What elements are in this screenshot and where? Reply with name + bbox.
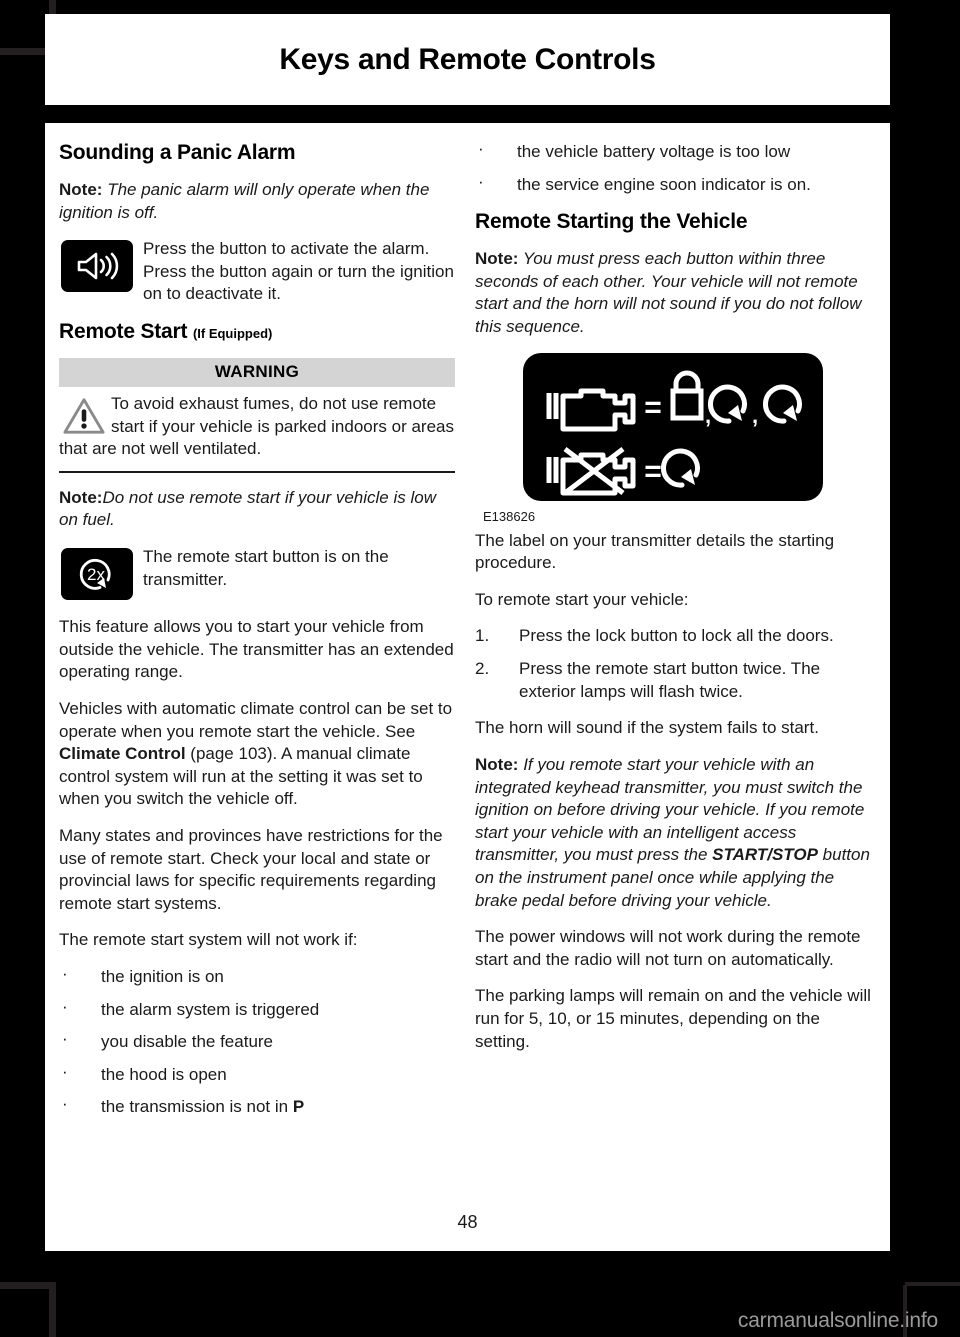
list-item: 1. Press the lock button to lock all the … (475, 625, 871, 648)
note-label: Note: (475, 249, 519, 269)
two-column-layout: Sounding a Panic Alarm Note: The panic a… (59, 138, 872, 1133)
warning-triangle-icon (63, 398, 105, 434)
climate-control-link[interactable]: Climate Control (59, 744, 186, 763)
paragraph-not-work-intro: The remote start system will not work if… (59, 930, 358, 950)
figure-black-panel: = , , = (523, 352, 823, 501)
paragraph-power-windows: The power windows will not work during t… (475, 927, 861, 969)
heading-sounding-panic-alarm: Sounding a Panic Alarm (59, 141, 296, 164)
paragraph-transmitter-label: The label on your transmitter details th… (475, 530, 835, 573)
page-header: Keys and Remote Controls (45, 14, 890, 105)
note-text: You must press each button within three … (475, 249, 862, 337)
left-column: Sounding a Panic Alarm Note: The panic a… (59, 141, 455, 1133)
remote-start-icon-block: 2x The remote start button is on the tra… (59, 546, 455, 602)
list-item: the transmission is not in P (59, 1094, 455, 1119)
heading-remote-start-qualifier: (If Equipped) (192, 326, 273, 342)
heading-remote-start: Remote Start (If Equipped) (59, 320, 455, 344)
note-label: Note: (475, 754, 519, 774)
list-item-text: the transmission is not in (101, 1097, 293, 1117)
list-item-text: the ignition is on (101, 967, 224, 987)
heading-remote-starting-the-vehicle: Remote Starting the Vehicle (475, 210, 748, 234)
note-text: Do not use remote start if your vehicle … (59, 487, 436, 530)
list-item: 2. Press the remote start button twice. T… (475, 658, 871, 703)
page-title: Keys and Remote Controls (279, 42, 656, 76)
svg-text:2x: 2x (87, 565, 105, 584)
circular-arrow-icon (708, 384, 747, 424)
list-item-text: the hood is open (101, 1064, 227, 1084)
transmitter-label-figure: = , , = E138626 (475, 352, 871, 524)
circular-arrow-icon (763, 384, 802, 424)
svg-text:=: = (644, 391, 662, 424)
paragraph-laws: Many states and provinces have restricti… (59, 825, 443, 913)
figure-caption: E138626 (483, 508, 536, 524)
list-item: the alarm system is triggered (59, 996, 455, 1022)
two-times-circular-arrow-icon: 2x (61, 548, 133, 601)
engine-crossed-out-icon (546, 446, 636, 496)
crop-mark-bottom-left-vertical (49, 1285, 56, 1337)
note-panic-alarm: Note: The panic alarm will only operate … (59, 179, 455, 224)
warning-header-label: WARNING (59, 358, 455, 388)
engine-icon (546, 388, 636, 432)
paragraph-parking-lamps: The parking lamps will remain on and the… (475, 986, 871, 1051)
page-body: Sounding a Panic Alarm Note: The panic a… (45, 123, 890, 1251)
start-stop-button-reference: START/STOP (712, 845, 818, 865)
step-number: 2. (475, 659, 490, 679)
warning-box: WARNING To avoid exhaust fumes, do not u… (59, 358, 455, 461)
list-item-bold-suffix: P (292, 1097, 305, 1117)
not-work-conditions-list-continued: the vehicle battery voltage is too low t… (475, 138, 871, 197)
step-text: Press the remote start button twice. The… (519, 659, 821, 701)
list-item-text: the alarm system is triggered (101, 999, 320, 1019)
svg-text:,: , (752, 403, 758, 428)
climate-text-before: Vehicles with automatic climate control … (59, 698, 453, 741)
note-text: The panic alarm will only operate when t… (59, 180, 430, 222)
watermark: carmanualsonline.info (737, 1309, 938, 1332)
warning-divider (59, 470, 455, 473)
note-low-fuel: Note:Do not use remote start if your veh… (59, 487, 455, 532)
paragraph-feature-description: This feature allows you to start your ve… (59, 617, 454, 682)
remote-start-steps-list: 1. Press the lock button to lock all the … (475, 625, 871, 703)
list-item: the hood is open (59, 1061, 455, 1087)
warning-body: To avoid exhaust fumes, do not use remot… (59, 387, 455, 461)
list-item: you disable the feature (59, 1028, 455, 1054)
not-work-conditions-list: the ignition is on the alarm system is t… (59, 963, 455, 1119)
circular-arrow-icon (661, 448, 700, 488)
step-number: 1. (475, 626, 490, 646)
list-item: the service engine soon indicator is on. (475, 171, 871, 197)
warning-text: To avoid exhaust fumes, do not use remot… (59, 394, 454, 459)
step-text: Press the lock button to lock all the do… (519, 626, 834, 646)
lock-icon (670, 370, 704, 421)
note-button-sequence: Note: You must press each button within … (475, 248, 871, 338)
note-transmitter-type: Note: If you remote start your vehicle w… (475, 754, 871, 912)
list-item-text: the service engine soon indicator is on. (517, 174, 811, 194)
page-number: 48 (457, 1212, 478, 1232)
list-item: the vehicle battery voltage is too low (475, 138, 871, 164)
paragraph-horn-sound: The horn will sound if the system fails … (475, 718, 819, 738)
crop-mark-bottom-left-horizontal (0, 1282, 56, 1289)
svg-text:=: = (644, 455, 662, 488)
list-item-text: you disable the feature (101, 1032, 274, 1052)
list-item: the ignition is on (59, 963, 455, 989)
list-item-text: the vehicle battery voltage is too low (517, 142, 791, 161)
paragraph-to-remote-start: To remote start your vehicle: (475, 589, 689, 609)
note-label: Note: (59, 180, 103, 199)
speaker-icon (61, 240, 133, 293)
crop-mark-bottom-right-horizontal (905, 1282, 960, 1286)
note-label: Note: (59, 487, 103, 507)
paragraph-climate-control: Vehicles with automatic climate control … (59, 698, 455, 811)
right-column: the vehicle battery voltage is too low t… (475, 138, 871, 1067)
panic-alarm-icon-block: Press the button to activate the alarm. … (59, 238, 455, 306)
heading-remote-start-text: Remote Start (59, 320, 188, 344)
